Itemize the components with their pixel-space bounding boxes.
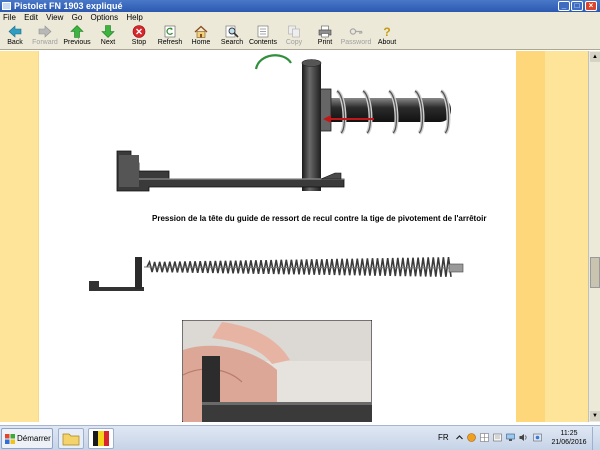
clock-date: 21/06/2016 — [551, 439, 587, 446]
vertical-scrollbar[interactable]: ▲ ▼ — [588, 51, 600, 422]
about-icon: ? — [383, 25, 390, 38]
network-icon[interactable] — [506, 433, 515, 442]
window-title: Pistolet FN 1903 expliqué — [14, 1, 123, 11]
close-button[interactable]: × — [585, 1, 597, 11]
maximize-button[interactable]: □ — [571, 1, 583, 11]
left-page-border — [0, 51, 39, 422]
app-icon — [2, 2, 11, 10]
volume-icon[interactable] — [519, 433, 528, 442]
scrollbar-thumb[interactable] — [590, 257, 600, 288]
content-area: Pression de la tête du guide de ressort … — [0, 51, 600, 422]
menu-help[interactable]: Help — [123, 12, 145, 23]
toolbar: Back Forward Previous Next Stop Refresh … — [0, 23, 600, 50]
show-desktop-button[interactable] — [592, 427, 600, 450]
show-hidden-icons-icon[interactable] — [455, 433, 464, 442]
forward-arrow-icon — [38, 25, 52, 38]
taskbar-explorer[interactable] — [58, 428, 84, 449]
taskbar-app-fn1903[interactable] — [88, 428, 114, 449]
system-clock[interactable]: 11:25 21/06/2016 — [549, 429, 589, 447]
refresh-icon — [164, 25, 176, 38]
copy-icon — [288, 25, 300, 38]
taskbar: Démarrer FR 11:25 21/06/2016 — [0, 425, 600, 450]
menu-go[interactable]: Go — [69, 12, 86, 23]
spring-guide-illustration — [116, 54, 451, 192]
up-arrow-icon — [70, 25, 84, 38]
right-page-border — [516, 51, 545, 422]
menu-bar: File Edit View Go Options Help — [0, 12, 600, 23]
down-arrow-icon — [101, 25, 115, 38]
about-button[interactable]: ? About — [369, 24, 405, 49]
key-icon — [349, 28, 363, 35]
tray-status-icon[interactable] — [533, 433, 542, 442]
start-label: Démarrer — [17, 434, 51, 443]
clock-time: 11:25 — [560, 430, 578, 437]
tray-app-icon[interactable] — [467, 433, 476, 442]
menu-view[interactable]: View — [43, 12, 66, 23]
contents-icon — [257, 25, 269, 38]
search-icon — [225, 25, 239, 38]
forward-button[interactable]: Forward — [27, 24, 63, 49]
right-page-margin — [545, 51, 588, 422]
belgian-flag-app-icon — [93, 431, 109, 446]
home-icon — [194, 25, 208, 38]
windows-flag-tray-icon[interactable] — [480, 433, 489, 442]
svg-text:?: ? — [383, 25, 390, 38]
minimize-button[interactable]: _ — [558, 1, 570, 11]
start-button[interactable]: Démarrer — [1, 428, 53, 449]
full-spring-photo — [89, 256, 464, 291]
print-icon — [318, 25, 332, 38]
folder-icon — [62, 433, 80, 446]
windows-logo-icon — [5, 434, 15, 444]
language-indicator[interactable]: FR — [438, 433, 449, 442]
menu-edit[interactable]: Edit — [21, 12, 41, 23]
document-page: Pression de la tête du guide de ressort … — [39, 51, 516, 422]
stop-icon — [132, 25, 146, 38]
scroll-down-arrow-icon[interactable]: ▼ — [590, 411, 600, 421]
image-caption: Pression de la tête du guide de ressort … — [152, 214, 487, 223]
title-bar: Pistolet FN 1903 expliqué _ □ × — [0, 0, 600, 12]
back-arrow-icon — [8, 25, 22, 38]
hand-photo — [182, 320, 372, 422]
menu-file[interactable]: File — [0, 12, 19, 23]
action-center-icon[interactable] — [493, 433, 502, 442]
scroll-up-arrow-icon[interactable]: ▲ — [590, 52, 600, 62]
menu-options[interactable]: Options — [88, 12, 122, 23]
